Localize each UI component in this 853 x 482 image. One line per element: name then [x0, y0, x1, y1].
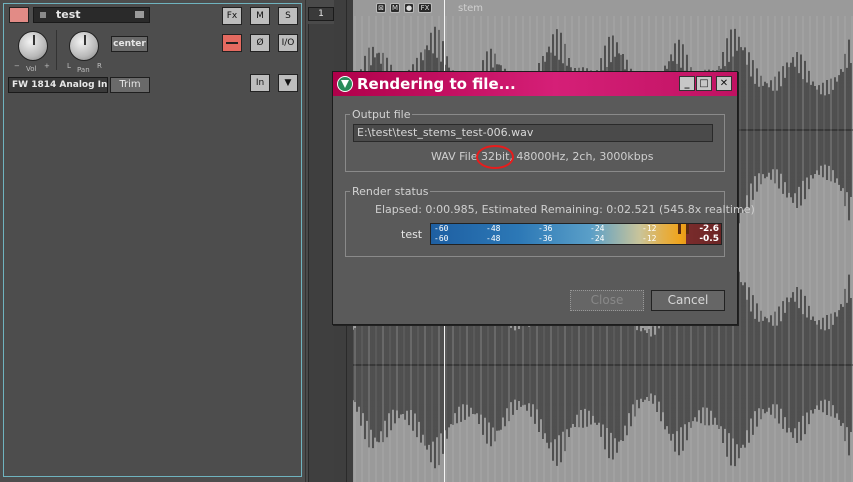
vol-minus-label: − [14, 62, 20, 70]
dialog-titlebar[interactable]: Rendering to file... _ □ ✕ [333, 72, 737, 96]
meter-track-label: test [401, 228, 423, 241]
track-name-field[interactable]: test [33, 7, 150, 23]
track-control-panel [0, 0, 306, 482]
render-level-meter: -60 -48 -36 -24 -12 -2.6 -60 -48 -36 -24… [430, 223, 722, 245]
track-number: 1 [308, 7, 334, 21]
bit-depth-highlighted: 32bit [481, 150, 510, 163]
close-window-button[interactable]: ✕ [716, 76, 732, 91]
meter-tick: -48 [486, 234, 501, 243]
meter-row-right: -60 -48 -36 -24 -12 -0.5 [431, 234, 721, 244]
track-vu-meter [308, 24, 334, 482]
track-name-text: test [56, 8, 81, 21]
mute-button[interactable]: M [250, 7, 270, 25]
input-selector[interactable]: FW 1814 Analog In ..2 [8, 77, 108, 93]
fx-button[interactable]: Fx [222, 7, 242, 25]
close-button[interactable]: Close [570, 290, 644, 311]
record-arm-button[interactable] [9, 7, 29, 23]
item-name: stem [458, 3, 484, 14]
render-dialog: Rendering to file... _ □ ✕ Output file E… [332, 71, 755, 325]
minimize-button[interactable]: _ [679, 76, 695, 91]
record-mode-button[interactable] [222, 34, 242, 52]
cancel-button[interactable]: Cancel [651, 290, 725, 311]
output-file-group: Output file [345, 108, 725, 172]
meter-tick: -36 [538, 234, 553, 243]
vol-plus-label: + [44, 62, 50, 70]
meter-tick: -24 [590, 234, 605, 243]
output-file-label: Output file [350, 108, 413, 121]
peak-right: -0.5 [699, 234, 719, 244]
output-path-field[interactable]: E:\test\test_stems_test-006.wav [353, 124, 713, 142]
take-icon[interactable]: ● [404, 3, 414, 13]
envelope-dropdown-button[interactable]: ▼ [278, 74, 298, 92]
pan-knob[interactable] [69, 31, 99, 61]
peak-hold-marker [678, 224, 681, 234]
format-info: WAV File 32bit, 48000Hz, 2ch, 3000kbps [431, 150, 654, 163]
volume-knob[interactable] [18, 31, 48, 61]
format-details: , 48000Hz, 2ch, 3000kbps [509, 150, 654, 163]
meter-tick: -24 [590, 224, 605, 233]
input-monitor-button[interactable]: In [250, 74, 270, 92]
trim-button[interactable]: Trim [110, 77, 150, 93]
pan-label: Pan [77, 66, 90, 74]
item-mute-icon[interactable]: M [390, 3, 400, 13]
track-color-icon [40, 12, 46, 18]
pan-right-label: R [97, 62, 102, 70]
dialog-title: Rendering to file... [357, 75, 516, 93]
meter-tick: -48 [486, 224, 501, 233]
format-prefix: WAV File [431, 150, 482, 163]
pan-value-display[interactable]: center [111, 36, 148, 52]
meter-tick: -12 [642, 224, 657, 233]
vol-label: Vol [26, 65, 37, 73]
meter-tick: -36 [538, 224, 553, 233]
knob-divider [56, 30, 57, 70]
peak-left: -2.6 [699, 224, 719, 234]
meter-tick: -60 [434, 224, 449, 233]
phase-button[interactable]: Ø [250, 34, 270, 52]
render-status-text: Elapsed: 0:00.985, Estimated Remaining: … [375, 203, 755, 216]
meter-tick: -12 [642, 234, 657, 243]
pan-left-label: L [67, 62, 71, 70]
lock-icon[interactable]: ⊠ [376, 3, 386, 13]
render-status-label: Render status [350, 185, 431, 198]
media-item-header: ⊠ M ● FX stem [360, 3, 853, 17]
folder-icon[interactable] [135, 11, 144, 18]
reaper-logo-icon [337, 76, 353, 92]
item-fx-icon[interactable]: FX [418, 3, 432, 13]
pan-knob-pointer [84, 35, 86, 45]
solo-button[interactable]: S [278, 7, 298, 25]
peak-hold-marker [686, 224, 689, 234]
volume-knob-pointer [33, 35, 35, 45]
maximize-button[interactable]: □ [696, 76, 712, 91]
meter-tick: -60 [434, 234, 449, 243]
io-routing-button[interactable]: I/O [278, 34, 298, 52]
